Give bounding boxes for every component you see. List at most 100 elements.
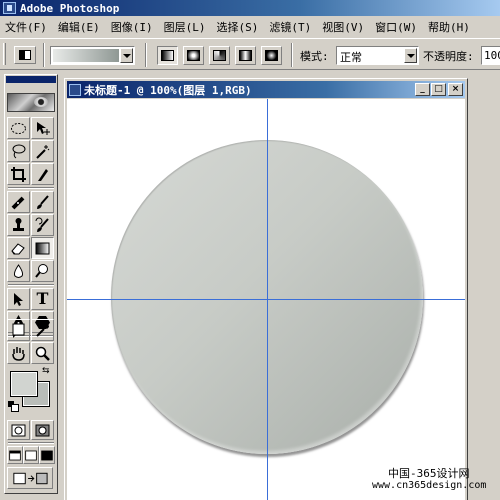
chevron-down-icon[interactable]: [404, 48, 417, 63]
brush-tool[interactable]: [31, 191, 54, 213]
type-icon: T: [36, 289, 49, 308]
standard-mode-icon: [11, 424, 26, 436]
gradient-tool-icon: [19, 50, 31, 60]
clone-stamp-tool[interactable]: [7, 214, 30, 236]
window-icon: [25, 450, 37, 460]
blur-tool[interactable]: [7, 260, 30, 282]
mode-select[interactable]: 正常: [336, 46, 419, 65]
menu-select[interactable]: 选择(S): [217, 19, 259, 35]
magic-wand-icon: [36, 144, 50, 159]
dodge-tool[interactable]: [31, 260, 54, 282]
separator: [8, 442, 54, 444]
opacity-input[interactable]: 100: [481, 46, 500, 65]
magic-wand-tool[interactable]: [31, 140, 54, 162]
eraser-tool[interactable]: [7, 237, 30, 259]
close-button[interactable]: ×: [448, 83, 463, 96]
menu-edit[interactable]: 编辑(E): [58, 19, 100, 35]
brush-icon: [37, 194, 49, 209]
radial-gradient-icon: [187, 50, 200, 61]
menu-filter[interactable]: 滤镜(T): [269, 19, 311, 35]
tool-preset-picker[interactable]: [14, 46, 36, 64]
history-brush-icon: [35, 217, 49, 232]
foreground-color-swatch[interactable]: [10, 371, 38, 397]
photoshop-logo[interactable]: [7, 93, 55, 112]
menu-view[interactable]: 视图(V): [322, 19, 364, 35]
standard-screen-button[interactable]: [7, 446, 23, 464]
full-screen-menu-button[interactable]: [23, 446, 39, 464]
reflected-gradient-button[interactable]: [235, 46, 256, 65]
gradient-icon: [35, 242, 50, 254]
diamond-gradient-icon: [265, 50, 278, 61]
default-colors-icon[interactable]: [8, 401, 19, 412]
watermark-url: www.cn365design.com: [372, 480, 487, 491]
menu-bar: 文件(F) 编辑(E) 图像(I) 图层(L) 选择(S) 滤镜(T) 视图(V…: [0, 16, 500, 38]
stamp-icon: [13, 217, 24, 231]
window-icon: [41, 450, 53, 460]
lasso-icon: [12, 144, 26, 158]
menu-layer[interactable]: 图层(L): [164, 19, 206, 35]
diamond-gradient-button[interactable]: [261, 46, 282, 65]
move-tool[interactable]: [31, 117, 54, 139]
window-icon: [9, 450, 21, 460]
path-selection-tool[interactable]: [7, 288, 30, 310]
mode-value: 正常: [340, 51, 362, 64]
swap-colors-icon[interactable]: ⇆: [42, 366, 50, 376]
document-icon: [69, 83, 81, 96]
history-brush-tool[interactable]: [31, 214, 54, 236]
full-screen-button[interactable]: [39, 446, 55, 464]
hand-icon: [12, 346, 25, 361]
reflected-gradient-icon: [239, 50, 252, 61]
separator: [291, 43, 293, 67]
imageready-icon: [13, 472, 48, 484]
canvas[interactable]: [67, 99, 465, 500]
linear-gradient-button[interactable]: [157, 46, 178, 65]
crop-tool[interactable]: [7, 163, 30, 185]
eyedropper-tool[interactable]: [31, 319, 54, 341]
move-icon: [37, 121, 50, 135]
marquee-tool[interactable]: [7, 117, 30, 139]
minimize-button[interactable]: _: [415, 83, 430, 96]
water-drop-icon: [13, 263, 24, 278]
separator: [8, 284, 54, 286]
healing-brush-tool[interactable]: [7, 191, 30, 213]
toolbox-titlebar[interactable]: [6, 76, 56, 83]
arrow-cursor-icon: [14, 292, 23, 306]
bandage-icon: [11, 196, 25, 209]
quick-mask-button[interactable]: [31, 420, 54, 440]
angle-gradient-icon: [213, 50, 226, 61]
gradient-tool[interactable]: [31, 237, 54, 259]
standard-mode-button[interactable]: [7, 420, 30, 440]
lasso-tool[interactable]: [7, 140, 30, 162]
dodge-icon: [35, 263, 48, 278]
watermark-site-name: 中国-365设计网: [388, 467, 470, 480]
gradient-picker[interactable]: [50, 46, 135, 65]
zoom-tool[interactable]: [31, 342, 54, 364]
angle-gradient-button[interactable]: [209, 46, 230, 65]
separator: [8, 187, 54, 189]
menu-window[interactable]: 窗口(W): [375, 19, 417, 35]
radial-gradient-button[interactable]: [183, 46, 204, 65]
separator: [43, 43, 45, 67]
options-bar-grip[interactable]: [3, 43, 6, 65]
linear-gradient-icon: [161, 50, 174, 61]
maximize-button[interactable]: □: [431, 83, 446, 96]
chevron-down-icon[interactable]: [120, 48, 133, 63]
jump-to-imageready-button[interactable]: [7, 467, 53, 489]
menu-image[interactable]: 图像(I): [111, 19, 153, 35]
document-window: 未标题-1 @ 100%(图层 1,RGB) _ □ ×: [64, 78, 468, 500]
app-title: Adobe Photoshop: [20, 1, 120, 15]
app-titlebar: Adobe Photoshop: [0, 0, 500, 16]
mode-label: 模式:: [300, 50, 329, 63]
hand-tool[interactable]: [7, 342, 30, 364]
horizontal-guide[interactable]: [67, 299, 465, 300]
quick-mask-icon: [35, 424, 50, 436]
eraser-icon: [11, 242, 25, 254]
document-titlebar[interactable]: 未标题-1 @ 100%(图层 1,RGB) _ □ ×: [67, 81, 465, 98]
type-tool[interactable]: T: [31, 288, 54, 310]
slice-tool[interactable]: [31, 163, 54, 185]
menu-file[interactable]: 文件(F): [5, 19, 47, 35]
notes-tool[interactable]: [7, 319, 30, 341]
document-title: 未标题-1 @ 100%(图层 1,RGB): [84, 83, 252, 97]
menu-help[interactable]: 帮助(H): [428, 19, 470, 35]
opacity-value: 100: [484, 49, 500, 62]
